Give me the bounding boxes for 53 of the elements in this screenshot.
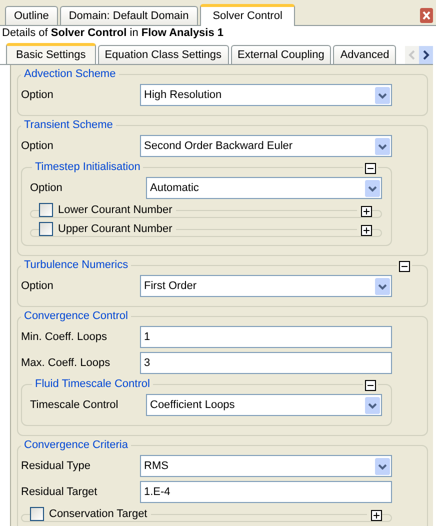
expand-icon[interactable] bbox=[361, 225, 372, 236]
chevron-down-icon bbox=[375, 278, 390, 294]
field-label: Option bbox=[21, 89, 54, 101]
checkbox[interactable] bbox=[30, 507, 44, 521]
expand-icon[interactable] bbox=[371, 510, 382, 521]
tab[interactable]: Equation Class Settings bbox=[98, 45, 228, 64]
field-label: Timescale Control bbox=[30, 399, 120, 411]
checkbox-label: Conservation Target bbox=[49, 508, 148, 520]
collapse-icon[interactable] bbox=[399, 261, 410, 272]
tab[interactable]: Outline bbox=[5, 6, 58, 25]
close-icon[interactable] bbox=[420, 8, 433, 23]
field-label: Option bbox=[30, 182, 64, 194]
field-label: Option bbox=[21, 280, 54, 292]
dropdown[interactable]: Automatic bbox=[146, 177, 382, 199]
chevron-down-icon bbox=[375, 86, 390, 104]
field-label: Residual Target bbox=[21, 486, 98, 498]
tab[interactable]: Advanced bbox=[333, 45, 396, 64]
checkbox-label: Lower Courant Number bbox=[58, 204, 172, 216]
field-label: Option bbox=[21, 140, 54, 152]
dropdown[interactable]: High Resolution bbox=[140, 84, 392, 106]
details-heading: Details of Solver Control in Flow Analysis 1 bbox=[1, 26, 225, 41]
tab[interactable]: Domain: Default Domain bbox=[60, 6, 198, 25]
tab[interactable]: Basic Settings bbox=[6, 43, 96, 64]
expand-icon[interactable] bbox=[361, 206, 372, 217]
collapse-icon[interactable] bbox=[365, 163, 376, 174]
section-title: Turbulence Numerics bbox=[23, 259, 130, 271]
input-field[interactable]: 1.E-4 bbox=[140, 481, 392, 503]
chevron-down-icon bbox=[375, 138, 390, 154]
dropdown[interactable]: Second Order Backward Euler bbox=[140, 135, 392, 157]
dropdown[interactable]: First Order bbox=[140, 275, 392, 297]
checkbox-label: Upper Courant Number bbox=[58, 223, 172, 235]
section-title: Fluid Timescale Control bbox=[34, 378, 151, 390]
tab[interactable]: Solver Control bbox=[200, 4, 296, 26]
field-label: Max. Coeff. Loops bbox=[21, 357, 112, 369]
section-title: Transient Scheme bbox=[23, 119, 114, 131]
scroll-right-icon[interactable] bbox=[419, 46, 433, 64]
section-title: Timestep Initialisation bbox=[34, 161, 142, 173]
field-label: Min. Coeff. Loops bbox=[21, 331, 108, 343]
collapse-icon[interactable] bbox=[365, 380, 376, 391]
chevron-down-icon bbox=[375, 458, 390, 474]
input-field[interactable]: 1 bbox=[140, 326, 392, 348]
dropdown[interactable]: Coefficient Loops bbox=[146, 394, 382, 416]
dropdown[interactable]: RMS bbox=[140, 455, 392, 477]
tab[interactable]: External Coupling bbox=[230, 45, 332, 64]
section-title: Convergence Criteria bbox=[23, 439, 129, 451]
section-title: Convergence Control bbox=[23, 310, 129, 322]
section-title: Advection Scheme bbox=[23, 68, 117, 80]
chevron-down-icon bbox=[365, 396, 380, 414]
checkbox[interactable] bbox=[39, 203, 53, 217]
input-field[interactable]: 3 bbox=[140, 352, 392, 374]
checkbox[interactable] bbox=[39, 222, 53, 236]
chevron-down-icon bbox=[365, 180, 380, 196]
field-label: Residual Type bbox=[21, 460, 92, 472]
